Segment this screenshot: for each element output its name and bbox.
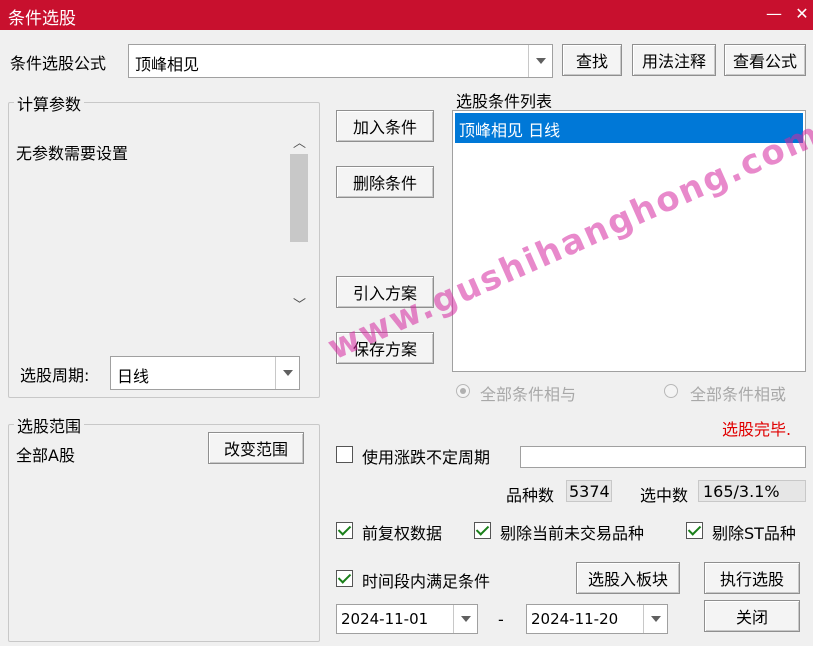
params-message: 无参数需要设置 <box>16 144 129 163</box>
radio-and-label: 全部条件相与 <box>480 385 577 404</box>
count-label: 品种数 <box>506 486 555 505</box>
end-date-value: 2024-11-20 <box>531 610 619 628</box>
formula-value: 顶峰相见 <box>135 55 200 74</box>
radio-and[interactable] <box>456 384 470 398</box>
formula-combo[interactable]: 顶峰相见 <box>128 44 553 78</box>
fq-label: 前复权数据 <box>362 524 443 543</box>
exclude-no-trade-checkbox[interactable] <box>474 522 491 539</box>
view-formula-button[interactable]: 查看公式 <box>724 44 806 76</box>
title-bar: 条件选股 — ✕ <box>0 0 813 30</box>
find-button[interactable]: 查找 <box>562 44 622 76</box>
import-plan-button[interactable]: 引入方案 <box>336 276 434 308</box>
chevron-down-icon[interactable] <box>275 357 299 389</box>
condition-list-title: 选股条件列表 <box>456 92 553 111</box>
save-plan-button[interactable]: 保存方案 <box>336 332 434 364</box>
period-value: 日线 <box>117 367 150 386</box>
variable-period-input[interactable] <box>520 446 806 468</box>
time-range-checkbox[interactable] <box>336 570 353 587</box>
chevron-down-icon[interactable] <box>453 605 477 633</box>
to-block-button[interactable]: 选股入板块 <box>576 562 680 594</box>
change-range-button[interactable]: 改变范围 <box>208 432 304 464</box>
range-value: 全部A股 <box>16 446 75 465</box>
exclude-st-checkbox[interactable] <box>686 522 703 539</box>
usage-button[interactable]: 用法注释 <box>632 44 716 76</box>
formula-label: 条件选股公式 <box>10 54 107 73</box>
start-date-value: 2024-11-01 <box>341 610 429 628</box>
selected-value: 165/3.1% <box>703 482 780 501</box>
list-item-label: 顶峰相见 日线 <box>459 121 561 140</box>
range-legend: 选股范围 <box>14 413 85 437</box>
start-date-picker[interactable]: 2024-11-01 <box>336 604 478 634</box>
condition-list[interactable]: 顶峰相见 日线 <box>452 110 806 372</box>
add-condition-button[interactable]: 加入条件 <box>336 110 434 142</box>
exclude-st-label: 剔除ST品种 <box>712 524 796 543</box>
count-value: 5374 <box>569 482 610 501</box>
chevron-down-icon[interactable] <box>643 605 667 633</box>
fq-checkbox[interactable] <box>336 522 353 539</box>
selected-label: 选中数 <box>640 486 689 505</box>
selected-box: 165/3.1% <box>698 480 806 502</box>
list-item[interactable]: 顶峰相见 日线 <box>455 113 803 143</box>
status-text: 选股完毕. <box>722 420 792 439</box>
delete-condition-button[interactable]: 删除条件 <box>336 166 434 198</box>
period-label: 选股周期: <box>20 366 90 385</box>
params-scrollbar[interactable]: ︿ ﹀ <box>288 128 310 318</box>
params-legend: 计算参数 <box>14 91 85 115</box>
count-box: 5374 <box>566 480 612 502</box>
minimize-button[interactable]: — <box>762 3 786 27</box>
execute-button[interactable]: 执行选股 <box>704 562 800 594</box>
date-separator: - <box>498 610 504 629</box>
radio-or[interactable] <box>664 384 678 398</box>
scroll-up-icon[interactable]: ︿ <box>293 132 306 151</box>
scrollbar-thumb[interactable] <box>290 154 308 242</box>
scroll-down-icon[interactable]: ﹀ <box>293 294 306 313</box>
variable-period-checkbox[interactable] <box>336 446 353 463</box>
params-area: 无参数需要设置 <box>12 126 312 318</box>
close-button[interactable]: 关闭 <box>704 600 800 632</box>
period-combo[interactable]: 日线 <box>110 356 300 390</box>
close-window-button[interactable]: ✕ <box>790 3 813 27</box>
exclude-no-trade-label: 剔除当前未交易品种 <box>500 524 645 543</box>
end-date-picker[interactable]: 2024-11-20 <box>526 604 668 634</box>
chevron-down-icon[interactable] <box>528 45 552 77</box>
time-range-label: 时间段内满足条件 <box>362 572 491 591</box>
radio-or-label: 全部条件相或 <box>690 385 787 404</box>
window-title: 条件选股 <box>8 9 76 29</box>
variable-period-label: 使用涨跌不定周期 <box>362 448 491 467</box>
